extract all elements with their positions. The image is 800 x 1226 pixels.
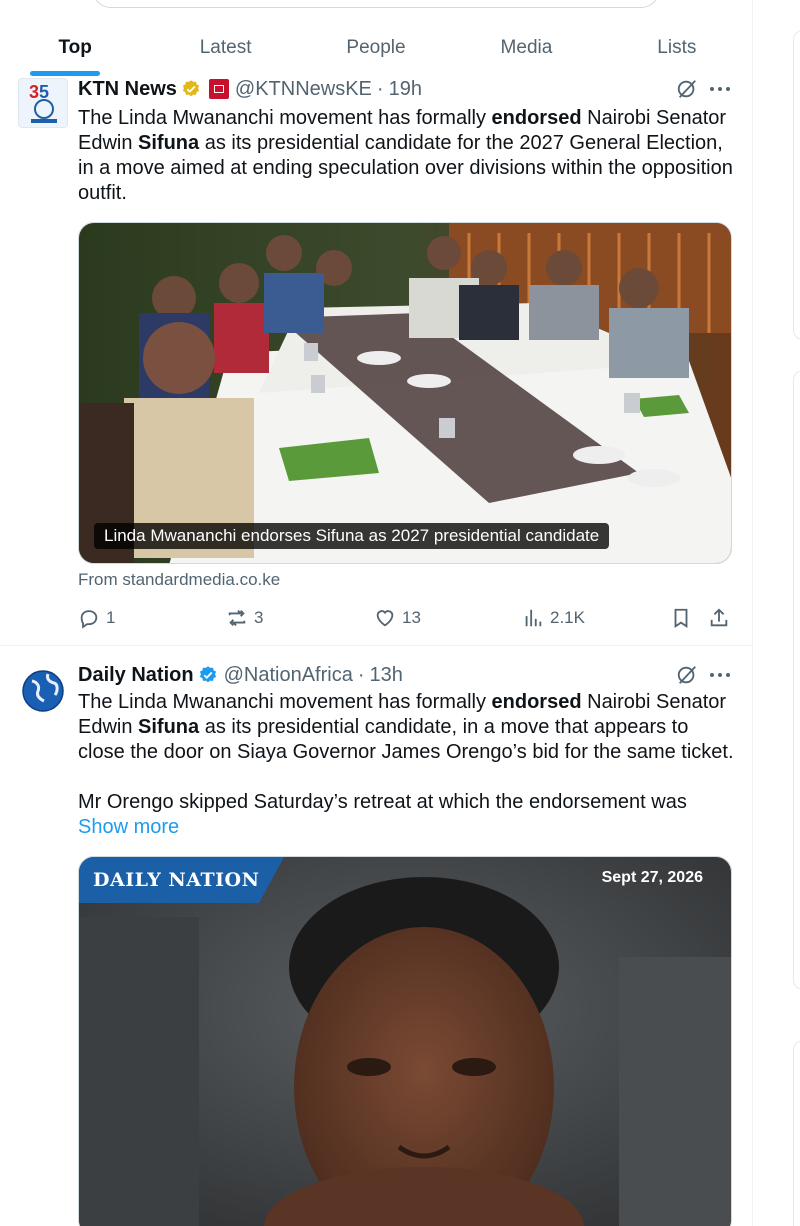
search-tabs: Top Latest People Media Lists (0, 20, 752, 76)
search-box[interactable] (92, 0, 660, 8)
sidebar-card (793, 370, 800, 990)
reply-count: 1 (106, 608, 116, 627)
reply-button[interactable]: 1 (78, 606, 115, 630)
ktn-logo-icon: 3 5 (19, 79, 67, 127)
separator-dot: · (357, 663, 365, 686)
tweet-time[interactable]: 13h (370, 664, 403, 687)
author-name[interactable]: Daily Nation (78, 664, 194, 687)
repost-icon (228, 610, 246, 626)
link-card-image[interactable] (78, 222, 732, 564)
daily-nation-logo: DAILY NATION (93, 869, 260, 891)
tweet-time[interactable]: 19h (389, 78, 422, 101)
svg-text:3: 3 (29, 82, 39, 102)
heart-icon (376, 610, 394, 627)
tweet-image[interactable]: DAILY NATION Sept 27, 2026 (78, 856, 732, 1226)
right-sidebar-edge (752, 0, 800, 1226)
tweet-actions: 1 3 13 2.1K (78, 606, 734, 630)
separator-dot: · (376, 77, 384, 100)
grok-icon[interactable] (676, 78, 698, 100)
sidebar-card (793, 1040, 800, 1226)
tab-lists[interactable]: Lists (602, 20, 752, 76)
tab-people[interactable]: People (301, 20, 451, 76)
tab-latest[interactable]: Latest (150, 20, 300, 76)
views-count: 2.1K (550, 608, 585, 627)
tweet-header: KTN News @KTNNewsKE · 19h (78, 76, 422, 102)
meeting-photo (79, 223, 731, 563)
tweet-text-paragraph: Mr Orengo skipped Saturday’s retreat at … (78, 791, 687, 813)
globe-logo-icon (22, 670, 64, 712)
author-handle[interactable]: @NationAfrica (224, 664, 353, 687)
bookmark-icon (674, 608, 688, 628)
bookmark-button[interactable] (670, 606, 692, 630)
repost-count: 3 (254, 608, 264, 627)
tweet-header: Daily Nation @NationAfrica · 13h (78, 662, 403, 688)
more-options-icon[interactable] (708, 664, 732, 686)
repost-button[interactable]: 3 (226, 606, 263, 630)
gold-verified-icon (181, 79, 201, 99)
tweet-text: The Linda Mwananchi movement has formall… (78, 691, 734, 763)
like-button[interactable]: 13 (374, 606, 421, 630)
views-icon (525, 609, 542, 627)
reply-icon (80, 610, 98, 629)
share-icon (710, 608, 728, 627)
tweet[interactable]: Daily Nation @NationAfrica · 13h The Lin… (0, 646, 752, 1226)
portrait-photo (79, 857, 731, 1226)
card-source[interactable]: From standardmedia.co.ke (78, 570, 280, 590)
author-handle[interactable]: @KTNNewsKE (235, 78, 372, 101)
share-button[interactable] (708, 606, 730, 630)
svg-text:5: 5 (39, 82, 49, 102)
avatar[interactable] (18, 666, 68, 716)
tweet-text: The Linda Mwananchi movement has formall… (78, 107, 733, 204)
affiliate-badge-icon (208, 79, 229, 99)
like-count: 13 (402, 608, 421, 627)
more-options-icon[interactable] (708, 78, 732, 100)
card-title[interactable]: Linda Mwananchi endorses Sifuna as 2027 … (94, 523, 610, 549)
sidebar-card (793, 30, 800, 340)
tab-top[interactable]: Top (0, 20, 150, 76)
blue-verified-icon (198, 665, 218, 685)
tab-media[interactable]: Media (451, 20, 601, 76)
avatar[interactable]: 3 5 (18, 78, 68, 128)
tweet[interactable]: 3 5 KTN News @KTNNewsKE · 19h The Linda … (0, 76, 752, 646)
views-button[interactable]: 2.1K (522, 606, 585, 630)
grok-icon[interactable] (676, 664, 698, 686)
author-name[interactable]: KTN News (78, 78, 177, 101)
show-more-link[interactable]: Show more (78, 816, 179, 839)
image-date: Sept 27, 2026 (601, 869, 703, 886)
